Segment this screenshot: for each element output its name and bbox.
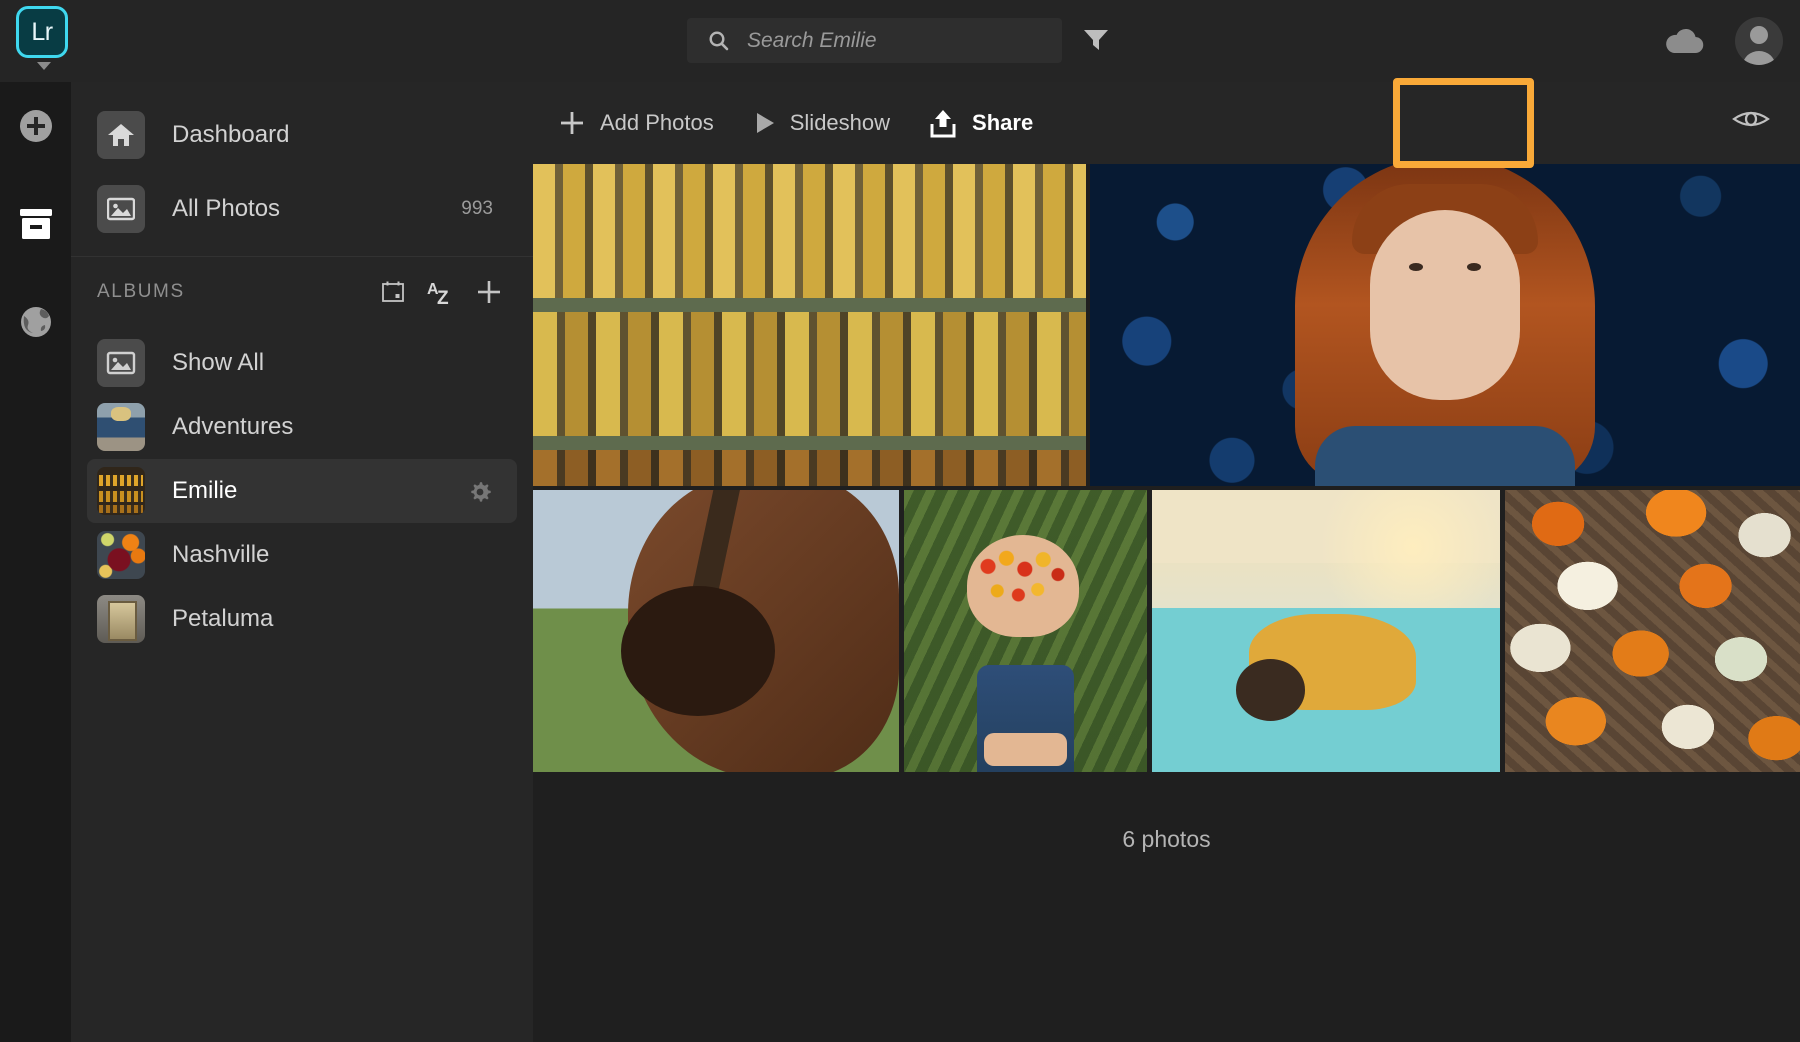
album-label: Adventures (172, 413, 517, 441)
albums-sidebar: Dashboard All Photos 993 ALBUMS (71, 82, 533, 1042)
share-button-highlight (1393, 78, 1534, 168)
album-thumbnail (97, 467, 145, 515)
photo-icon (107, 197, 135, 221)
plus-icon (558, 109, 586, 137)
album-label: Emilie (172, 477, 517, 505)
slideshow-label: Slideshow (790, 110, 890, 136)
share-button[interactable]: Share (928, 82, 1033, 164)
rail-item-discover[interactable] (0, 284, 71, 360)
album-label: Show All (172, 349, 517, 377)
add-album-button[interactable] (475, 278, 503, 306)
sidebar-item-label: All Photos (172, 195, 461, 223)
main-content: Add Photos Slideshow Share (533, 82, 1800, 1042)
user-avatar-icon (1735, 17, 1783, 65)
add-photos-label: Add Photos (600, 110, 714, 136)
search-icon (707, 29, 731, 53)
photo-horse (533, 490, 899, 772)
album-thumbnail (97, 595, 145, 643)
photo-cell[interactable] (904, 490, 1147, 772)
view-toggle-button[interactable] (1732, 106, 1770, 137)
photo-dog (1152, 490, 1500, 772)
cloud-sync-button[interactable] (1663, 26, 1705, 56)
gear-icon (467, 479, 493, 505)
album-thumbnail (97, 403, 145, 451)
app-logo-group[interactable]: Lr (16, 6, 72, 70)
photo-cell[interactable] (1152, 490, 1500, 772)
album-thumbnail (97, 531, 145, 579)
share-label: Share (972, 110, 1033, 136)
plus-icon (475, 278, 503, 306)
photo-cell[interactable] (533, 164, 1086, 486)
albums-section-header: ALBUMS A Z (71, 257, 533, 327)
sidebar-item-all-photos[interactable]: All Photos 993 (71, 172, 533, 246)
photo-placeholder-icon (97, 339, 145, 387)
sidebar-item-dashboard[interactable]: Dashboard (71, 98, 533, 172)
album-label: Petaluma (172, 605, 517, 633)
globe-icon (17, 303, 55, 341)
sort-by-date-button[interactable] (381, 280, 405, 304)
all-photos-count: 993 (461, 198, 493, 220)
photo-count-label: 6 photos (533, 826, 1800, 853)
album-item-petaluma[interactable]: Petaluma (87, 587, 517, 651)
chevron-down-icon[interactable] (37, 62, 51, 70)
sort-letter-z: Z (437, 288, 449, 310)
sort-alphabetical-button[interactable]: A Z (427, 281, 453, 303)
album-item-nashville[interactable]: Nashville (87, 523, 517, 587)
album-settings-button[interactable] (467, 479, 493, 510)
home-icon-tile (97, 111, 145, 159)
photo-grid-row (533, 490, 1800, 772)
share-export-icon (928, 107, 958, 139)
album-item-adventures[interactable]: Adventures (87, 395, 517, 459)
add-circle-icon (17, 107, 55, 145)
home-icon (107, 122, 135, 148)
play-triangle-icon (754, 111, 776, 135)
slideshow-button[interactable]: Slideshow (754, 82, 890, 164)
archive-box-icon (17, 207, 55, 241)
add-photos-button[interactable]: Add Photos (558, 82, 714, 164)
album-thumbnail (97, 339, 145, 387)
filter-funnel-icon (1081, 26, 1111, 52)
photo-berries (904, 490, 1147, 772)
cloud-icon (1663, 26, 1705, 56)
photo-cell[interactable] (1505, 490, 1800, 772)
calendar-icon (381, 280, 405, 304)
logo-text: Lr (31, 18, 52, 47)
sort-az-icon: A Z (427, 281, 453, 303)
album-item-emilie[interactable]: Emilie (87, 459, 517, 523)
album-toolbar: Add Photos Slideshow Share (533, 82, 1800, 164)
lightroom-app-window: Lr (0, 0, 1800, 1042)
sidebar-item-label: Dashboard (172, 121, 533, 149)
search-bar[interactable] (687, 18, 1062, 63)
photo-jars (533, 164, 1086, 486)
rail-item-library[interactable] (0, 186, 71, 262)
photo-icon-tile (97, 185, 145, 233)
album-label: Nashville (172, 541, 517, 569)
filter-button[interactable] (1079, 22, 1113, 56)
photo-portrait (1090, 164, 1800, 486)
photo-cell[interactable] (1090, 164, 1800, 486)
top-bar: Lr (0, 0, 1800, 82)
albums-heading: ALBUMS (97, 281, 359, 303)
album-item-show-all[interactable]: Show All (87, 331, 517, 395)
eye-icon (1732, 106, 1770, 132)
rail-item-add[interactable] (0, 88, 71, 164)
photo-cell[interactable] (533, 490, 899, 772)
user-avatar[interactable] (1735, 17, 1783, 65)
photo-grid: 6 photos (533, 164, 1800, 853)
photo-grid-row (533, 164, 1800, 486)
photo-pumpkins (1505, 490, 1800, 772)
left-icon-rail (0, 82, 71, 1042)
search-input[interactable] (747, 29, 1047, 53)
lightroom-logo-icon[interactable]: Lr (16, 6, 68, 58)
album-thumbnail-art (99, 469, 143, 513)
